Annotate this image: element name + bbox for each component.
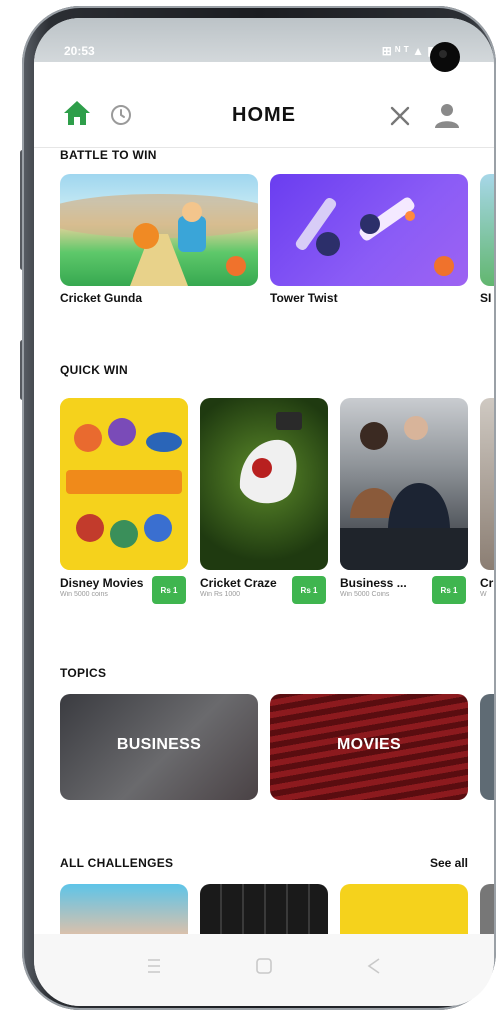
- app-screen: 20:53 ⊞ ᴺ ᵀ ▲ ▮ HOME BATTLE TO WIN Crick…: [34, 18, 494, 1006]
- challenges-section-title: ALL CHALLENGES: [60, 856, 174, 870]
- topics-section-title: TOPICS: [60, 666, 107, 680]
- topic-card[interactable]: [480, 694, 494, 800]
- battle-section-title: BATTLE TO WIN: [60, 148, 157, 162]
- quickwin-name: Cr: [480, 576, 494, 590]
- quickwin-prize: Win 5000 coins: [60, 591, 108, 598]
- quickwin-name: Disney Movies: [60, 576, 144, 590]
- topic-card-movies[interactable]: MOVIES: [270, 694, 468, 800]
- status-bar: 20:53 ⊞ ᴺ ᵀ ▲ ▮: [34, 18, 494, 72]
- battle-game-card[interactable]: [60, 174, 258, 286]
- see-all-link[interactable]: See all: [430, 856, 468, 870]
- quickwin-name: Business ...: [340, 576, 407, 590]
- page-title: HOME: [232, 104, 296, 126]
- quickwin-card[interactable]: [480, 398, 494, 570]
- quickwin-card[interactable]: [60, 398, 188, 570]
- battle-game-card[interactable]: [270, 174, 468, 286]
- price-button[interactable]: Rs 1: [292, 576, 326, 604]
- system-nav-bar: [34, 934, 494, 1006]
- front-camera: [430, 42, 460, 72]
- close-icon[interactable]: [389, 105, 411, 127]
- cricket-glove-art: [239, 412, 302, 504]
- battle-game-card[interactable]: [480, 174, 494, 286]
- quickwin-card[interactable]: [340, 398, 468, 570]
- cricket-gunda-art: [60, 194, 258, 286]
- business-people-art: [340, 416, 468, 570]
- battle-game-name: Tower Twist: [270, 291, 338, 305]
- app-header: HOME: [34, 78, 494, 148]
- quickwin-prize: Win 5000 Coins: [340, 591, 390, 598]
- back-icon[interactable]: [362, 954, 386, 978]
- quickwin-prize: W: [480, 591, 487, 598]
- quickwin-section-title: QUICK WIN: [60, 363, 129, 377]
- topic-label: BUSINESS: [116, 736, 202, 753]
- tower-twist-art: [295, 197, 454, 276]
- price-button[interactable]: Rs 1: [152, 576, 186, 604]
- quickwin-name: Cricket Craze: [200, 576, 277, 590]
- status-icons: ⊞ ᴺ ᵀ ▲ ▮: [381, 44, 434, 58]
- topic-card-business[interactable]: BUSINESS: [60, 694, 258, 800]
- disney-pictionary-art: [60, 398, 188, 570]
- home-button-icon[interactable]: [252, 954, 276, 978]
- quickwin-card[interactable]: [200, 398, 328, 570]
- battle-game-name: Cricket Gunda: [60, 291, 143, 305]
- quickwin-prize: Win Rs 1000: [200, 591, 241, 598]
- price-button[interactable]: Rs 1: [432, 576, 466, 604]
- recent-apps-icon[interactable]: [142, 954, 166, 978]
- profile-icon[interactable]: [434, 102, 460, 128]
- topic-label: MOVIES: [336, 736, 402, 753]
- battle-game-name: SI: [480, 291, 492, 305]
- status-time: 20:53: [64, 44, 95, 58]
